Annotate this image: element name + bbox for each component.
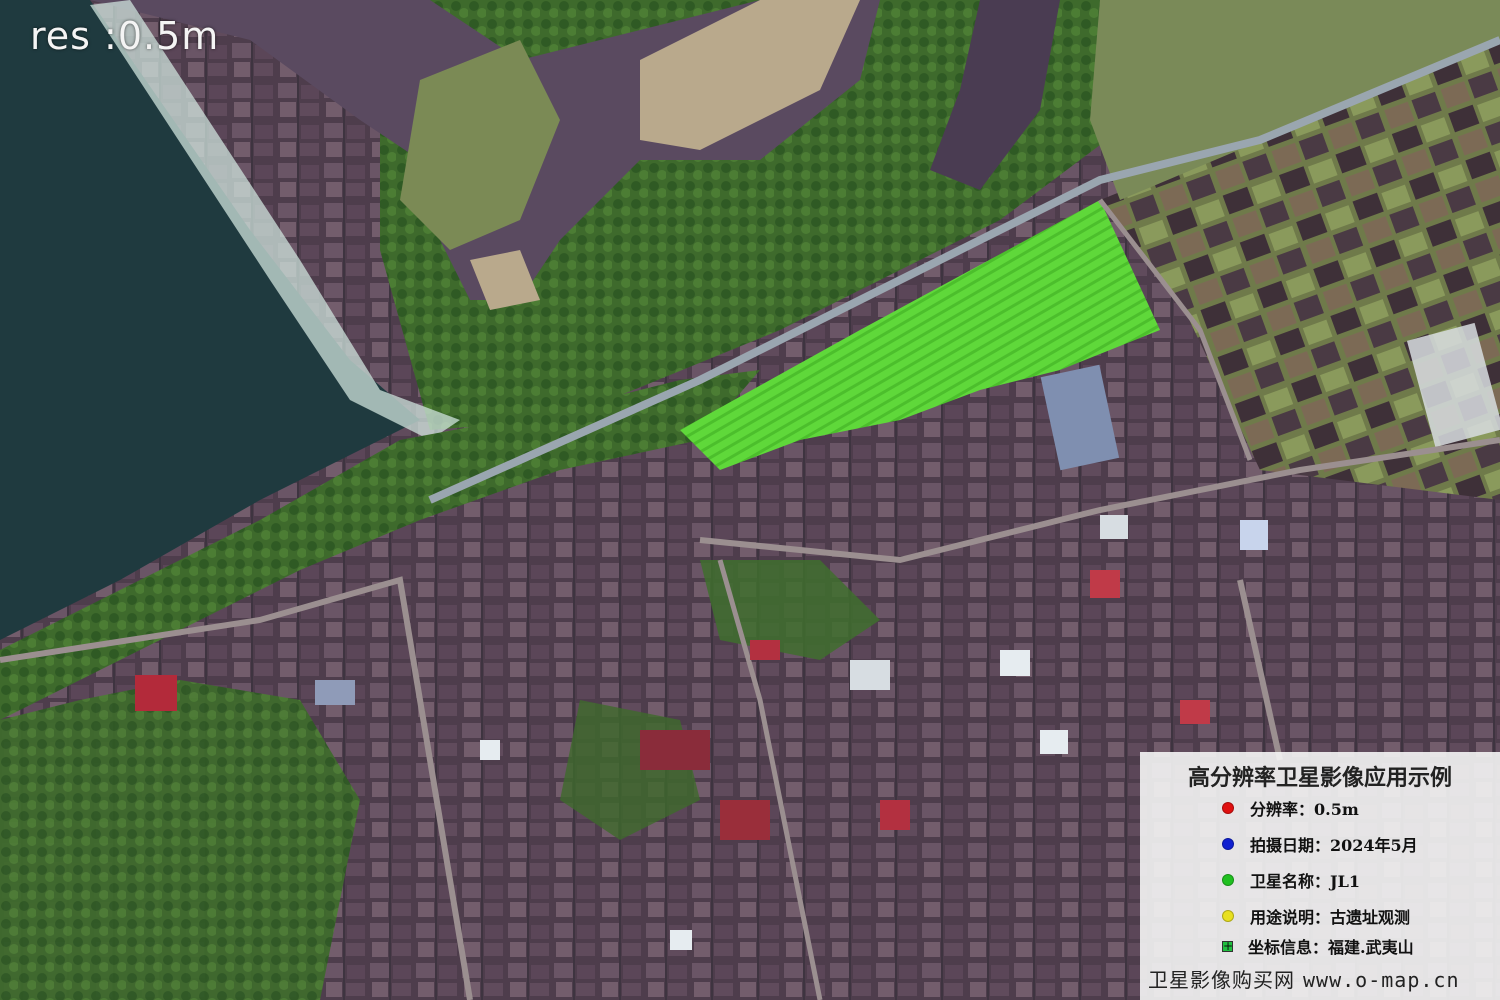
blue-dot-icon bbox=[1222, 838, 1234, 850]
footer-url: www.o-map.cn bbox=[1303, 968, 1460, 992]
legend-item-label: 坐标信息：福建.武夷山 bbox=[1248, 938, 1414, 957]
legend-item-resolution: 分辨率：0.5m bbox=[1222, 796, 1359, 820]
legend-item-purpose: 用途说明：古遗址观测 bbox=[1222, 904, 1410, 928]
crosshair-square-icon bbox=[1222, 937, 1233, 955]
footer-site-name: 卫星影像购买网 bbox=[1148, 968, 1295, 992]
legend-panel: 高分辨率卫星影像应用示例 分辨率：0.5m 拍摄日期：2024年5月 卫星名称：… bbox=[1140, 752, 1500, 1000]
resolution-label: res :0.5m bbox=[30, 14, 220, 58]
legend-item-label: 用途说明：古遗址观测 bbox=[1250, 908, 1411, 927]
legend-title: 高分辨率卫星影像应用示例 bbox=[1187, 766, 1452, 791]
legend-item-date: 拍摄日期：2024年5月 bbox=[1222, 832, 1418, 856]
legend-item-label: 拍摄日期：2024年5月 bbox=[1250, 836, 1418, 855]
legend-item-satellite: 卫星名称：JL1 bbox=[1222, 868, 1360, 892]
legend-item-label: 分辨率：0.5m bbox=[1250, 800, 1359, 819]
yellow-dot-icon bbox=[1222, 910, 1234, 922]
legend-footer: 卫星影像购买网 www.o-map.cn bbox=[1148, 964, 1460, 993]
legend-item-label: 卫星名称：JL1 bbox=[1250, 872, 1360, 891]
legend-item-location: 坐标信息：福建.武夷山 bbox=[1222, 934, 1414, 958]
green-dot-icon bbox=[1222, 874, 1234, 886]
red-dot-icon bbox=[1222, 802, 1234, 814]
